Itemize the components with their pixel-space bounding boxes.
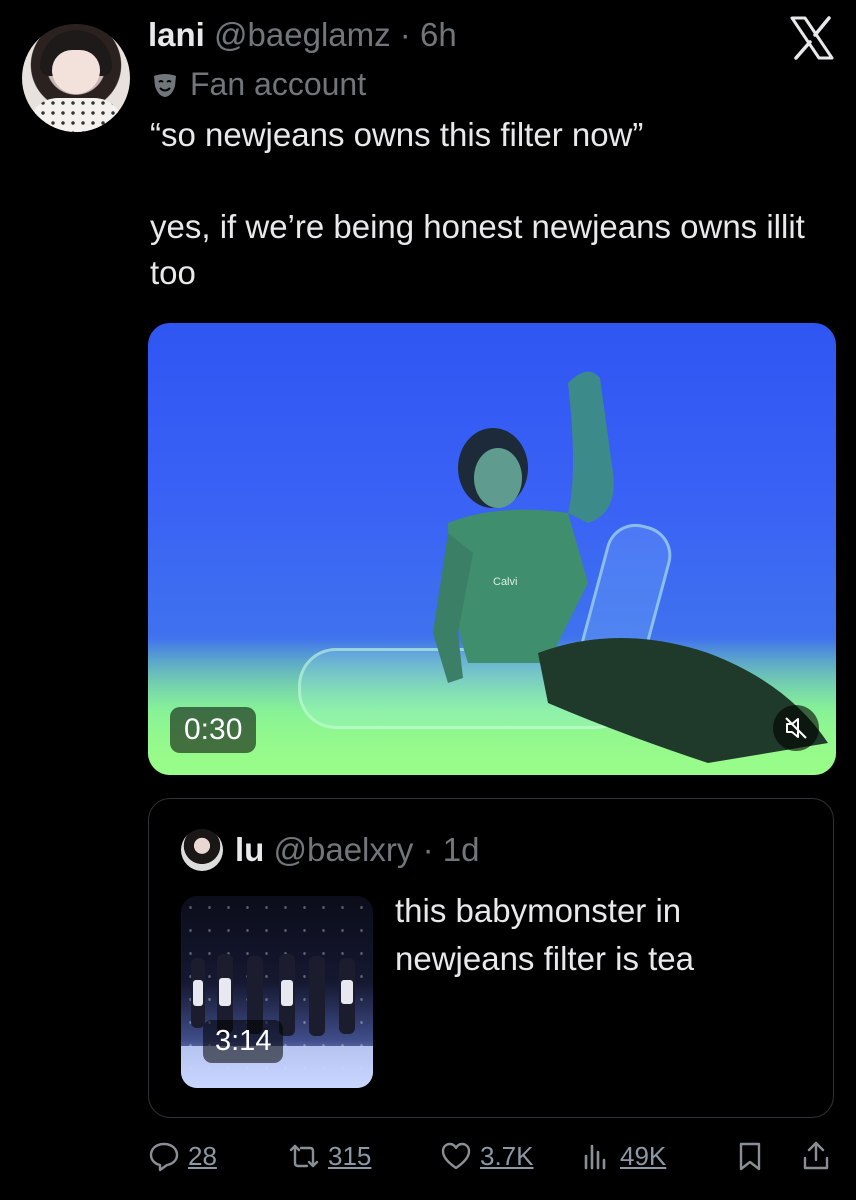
video-dancer-figure: Calvi: [433, 371, 828, 763]
reply-icon: [149, 1142, 179, 1172]
speaker-muted-icon: [785, 717, 807, 739]
quoted-tweet-text: this babymonster in newjeans filter is t…: [395, 892, 694, 977]
quoted-tweet[interactable]: lu @baelxry · 1d 3:14 this babymonster i…: [148, 798, 834, 1118]
header-separator: ·: [399, 16, 411, 53]
like-count[interactable]: 3.7K: [480, 1141, 534, 1172]
shirt-logo-text: Calvi: [493, 576, 517, 588]
quoted-header-separator: ·: [422, 831, 434, 868]
quoted-video-thumbnail[interactable]: 3:14: [181, 896, 373, 1088]
author-handle[interactable]: @baeglamz: [214, 16, 391, 53]
account-label[interactable]: Fan account: [150, 66, 366, 103]
tweet-video[interactable]: Calvi 0:30: [148, 323, 836, 775]
views-button[interactable]: 49K: [580, 1140, 666, 1172]
tweet-text: “so newjeans owns this filter now” yes, …: [150, 116, 805, 291]
reply-button[interactable]: 28: [148, 1140, 217, 1172]
like-button[interactable]: 3.7K: [440, 1140, 534, 1172]
quoted-author-name[interactable]: lu: [235, 831, 264, 868]
quoted-author-avatar[interactable]: [181, 829, 223, 871]
view-count[interactable]: 49K: [620, 1141, 666, 1172]
share-button[interactable]: [800, 1140, 832, 1172]
quoted-tweet-time[interactable]: 1d: [443, 831, 480, 868]
tweet-actions: 28 315 3.7K 49K: [148, 1140, 838, 1186]
bookmark-button[interactable]: [734, 1140, 766, 1172]
heart-icon: [441, 1142, 471, 1170]
mute-button[interactable]: [773, 705, 819, 751]
quoted-author-handle[interactable]: @baelxry: [274, 831, 414, 868]
account-label-text: Fan account: [190, 66, 367, 102]
bookmark-icon: [739, 1142, 761, 1171]
author-name[interactable]: lani: [148, 16, 205, 53]
x-logo-icon[interactable]: [788, 16, 836, 60]
repost-icon: [289, 1144, 319, 1168]
quoted-tweet-header: lu @baelxry · 1d: [235, 831, 479, 869]
theater-mask-icon: [154, 73, 176, 97]
quoted-video-duration: 3:14: [203, 1020, 284, 1063]
views-chart-icon: [584, 1144, 606, 1170]
repost-count[interactable]: 315: [328, 1141, 371, 1172]
repost-button[interactable]: 315: [288, 1140, 371, 1172]
tweet-header: lani @baeglamz · 6h: [148, 16, 457, 54]
tweet-time[interactable]: 6h: [420, 16, 457, 53]
reply-count[interactable]: 28: [188, 1141, 217, 1172]
video-duration: 0:30: [170, 707, 257, 753]
share-icon: [803, 1141, 829, 1170]
author-avatar[interactable]: [22, 24, 130, 132]
